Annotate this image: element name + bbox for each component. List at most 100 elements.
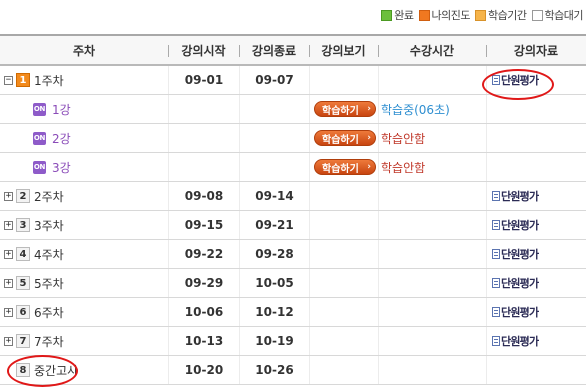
week-row: +2 2주차 09-08 09-14 단원평가 [0, 182, 586, 211]
unit-test-label[interactable]: 단원평가 [501, 333, 539, 349]
unit-test-link[interactable]: 단원평가 [492, 188, 539, 204]
unit-test-label[interactable]: 단원평가 [501, 246, 539, 262]
week-end-date: 10-19 [239, 327, 309, 355]
week-label[interactable]: 6주차 [34, 304, 64, 321]
week-time-cell [378, 327, 486, 355]
lecture-materials-cell [486, 95, 586, 123]
week-cell: +4 4주차 [0, 240, 168, 268]
study-status: 학습안함 [378, 153, 486, 181]
lecture-start-cell [168, 95, 239, 123]
week-time-cell [378, 66, 486, 94]
week-end-date: 09-07 [239, 66, 309, 94]
lecture-cell: ON 2강 [0, 124, 168, 152]
week-view-cell [309, 298, 378, 326]
unit-test-label[interactable]: 단원평가 [501, 217, 539, 233]
week-label[interactable]: 7주차 [34, 333, 64, 350]
week-label[interactable]: 중간고사 [34, 362, 78, 379]
legend-swatch [418, 9, 430, 21]
legend-label: 학습대기 [544, 9, 584, 22]
lecture-materials-cell [486, 124, 586, 152]
lecture-label[interactable]: 3강 [52, 159, 71, 176]
week-end-date: 09-21 [239, 211, 309, 239]
unit-test-link[interactable]: 단원평가 [492, 333, 539, 349]
week-cell: +2 2주차 [0, 182, 168, 210]
week-number-badge: 2 [16, 189, 30, 203]
expand-icon[interactable]: + [4, 278, 13, 288]
week-label[interactable]: 2주차 [34, 188, 64, 205]
study-button-label: 학습하기 [322, 134, 359, 146]
column-header-materials: 강의자료 [486, 36, 586, 64]
column-header-week: 주차 [72, 43, 96, 58]
on-badge: ON [33, 102, 46, 116]
lecture-label[interactable]: 1강 [52, 101, 71, 118]
week-label[interactable]: 5주차 [34, 275, 64, 292]
week-materials-cell: 단원평가 [486, 211, 586, 239]
week-number-badge: 3 [16, 218, 30, 232]
unit-test-link[interactable]: 단원평가 [492, 304, 539, 320]
legend-swatch [531, 9, 543, 21]
week-label[interactable]: 4주차 [34, 246, 64, 263]
expand-icon[interactable]: + [4, 249, 13, 259]
week-number-badge: 4 [16, 247, 30, 261]
week-materials-cell: 단원평가 [486, 327, 586, 355]
study-button[interactable]: 학습하기 › [314, 159, 376, 175]
week-materials-cell: 단원평가 [486, 269, 586, 297]
week-time-cell [378, 269, 486, 297]
unit-test-link[interactable]: 단원평가 [492, 72, 539, 88]
lecture-label[interactable]: 2강 [52, 130, 71, 147]
week-label[interactable]: 1주차 [34, 72, 64, 89]
unit-test-link[interactable]: 단원평가 [492, 275, 539, 291]
unit-test-label[interactable]: 단원평가 [501, 275, 539, 291]
column-header-start: 강의시작 [168, 36, 239, 64]
week-start-date: 10-13 [168, 327, 239, 355]
week-row: −1 1주차 09-01 09-07 단원평가 [0, 66, 586, 95]
column-header-study-time: 수강시간 [378, 36, 486, 64]
week-start-date: 09-15 [168, 211, 239, 239]
document-icon [492, 220, 500, 230]
week-row: +5 5주차 09-29 10-05 단원평가 [0, 269, 586, 298]
week-number-badge: 1 [16, 73, 30, 87]
document-icon [492, 75, 500, 85]
unit-test-label[interactable]: 단원평가 [501, 304, 539, 320]
week-time-cell [378, 182, 486, 210]
expand-icon[interactable]: + [4, 307, 13, 317]
week-materials-cell: 단원평가 [486, 66, 586, 94]
week-materials-cell [486, 356, 586, 384]
expand-icon[interactable]: + [4, 336, 13, 346]
unit-test-link[interactable]: 단원평가 [492, 217, 539, 233]
week-label[interactable]: 3주차 [34, 217, 64, 234]
unit-test-link[interactable]: 단원평가 [492, 246, 539, 262]
arrow-right-icon: › [367, 133, 371, 143]
week-number-badge: 6 [16, 305, 30, 319]
collapse-icon[interactable]: − [4, 75, 13, 85]
legend-item: 학습기간 [475, 7, 527, 23]
expand-icon[interactable]: + [4, 220, 13, 230]
week-materials-cell: 단원평가 [486, 298, 586, 326]
week-start-date: 09-22 [168, 240, 239, 268]
legend-item: 학습대기 [531, 7, 584, 23]
document-icon [492, 191, 500, 201]
lecture-view-cell: 학습하기 › [309, 124, 378, 152]
on-badge: ON [33, 160, 46, 174]
unit-test-label[interactable]: 단원평가 [501, 72, 539, 88]
legend-swatch [381, 9, 393, 21]
week-number-badge: 8 [16, 363, 30, 377]
arrow-right-icon: › [367, 162, 371, 172]
study-button[interactable]: 학습하기 › [314, 101, 376, 117]
unit-test-label[interactable]: 단원평가 [501, 188, 539, 204]
expand-icon[interactable]: + [4, 191, 13, 201]
document-icon [492, 336, 500, 346]
week-start-date: 10-20 [168, 356, 239, 384]
week-cell: +5 5주차 [0, 269, 168, 297]
study-button[interactable]: 학습하기 › [314, 130, 376, 146]
week-row: +3 3주차 09-15 09-21 단원평가 [0, 211, 586, 240]
week-view-cell [309, 327, 378, 355]
checkmark-icon: ✔ [337, 95, 352, 101]
week-time-cell [378, 298, 486, 326]
week-time-cell [378, 240, 486, 268]
lecture-end-cell [239, 153, 309, 181]
week-end-date: 10-26 [239, 356, 309, 384]
lecture-start-cell [168, 124, 239, 152]
legend-item: 완료 [381, 7, 414, 23]
lecture-materials-cell [486, 153, 586, 181]
